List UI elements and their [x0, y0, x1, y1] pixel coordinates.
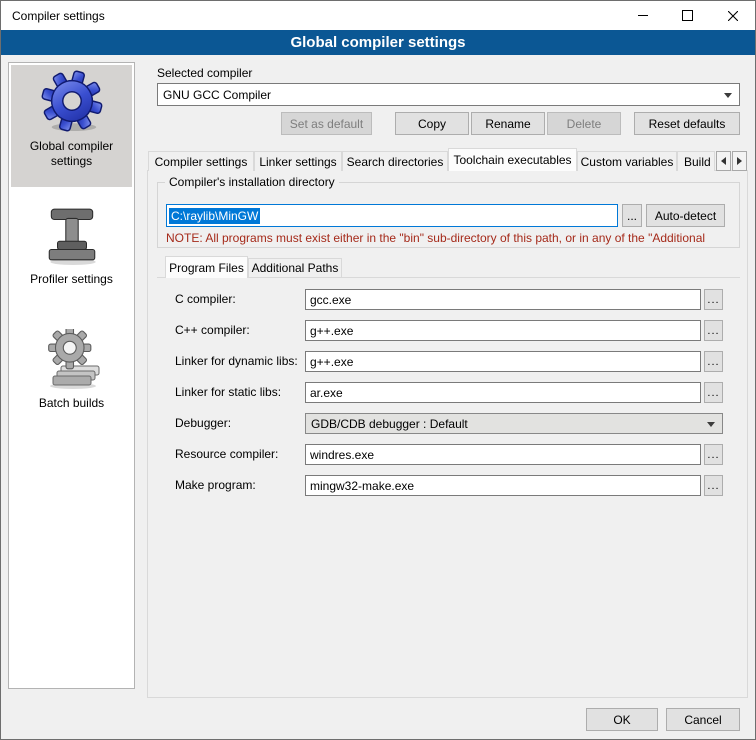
- static-linker-input[interactable]: [305, 382, 701, 403]
- dynamic-linker-input[interactable]: [305, 351, 701, 372]
- subtab-label: Additional Paths: [252, 261, 339, 275]
- field-row: Debugger: GDB/CDB debugger : Default: [157, 413, 740, 434]
- sidebar-item-global-compiler-settings[interactable]: Global compiler settings: [11, 65, 132, 187]
- tab-label: Toolchain executables: [453, 153, 571, 167]
- tab-toolchain-executables[interactable]: Toolchain executables: [448, 148, 577, 171]
- field-label: C compiler:: [175, 292, 236, 306]
- tab-label: Custom variables: [581, 155, 674, 169]
- selected-compiler-label: Selected compiler: [157, 66, 252, 80]
- field-label: Linker for dynamic libs:: [175, 354, 298, 368]
- subtab-program-files[interactable]: Program Files: [165, 256, 248, 278]
- copy-button[interactable]: Copy: [395, 112, 469, 135]
- tab-label: Build: [684, 155, 711, 169]
- banner: Global compiler settings: [1, 30, 755, 55]
- minimize-icon: [638, 15, 648, 16]
- install-dir-input[interactable]: C:\raylib\MinGW: [166, 204, 618, 227]
- ok-button[interactable]: OK: [586, 708, 658, 731]
- field-row: Linker for dynamic libs: ...: [157, 351, 740, 372]
- chevron-down-icon: [724, 93, 732, 98]
- install-dir-selected-text: C:\raylib\MinGW: [169, 208, 260, 224]
- cancel-button[interactable]: Cancel: [666, 708, 740, 731]
- make-program-input[interactable]: [305, 475, 701, 496]
- field-row: C compiler: ...: [157, 289, 740, 310]
- subtab-additional-paths[interactable]: Additional Paths: [248, 258, 342, 277]
- bin-note: NOTE: All programs must exist either in …: [166, 231, 736, 245]
- tab-scroll-right-icon: [737, 157, 742, 165]
- compiler-select[interactable]: GNU GCC Compiler: [157, 83, 740, 106]
- installation-directory-group: Compiler's installation directory C:\ray…: [157, 182, 740, 248]
- tab-label: Search directories: [347, 155, 444, 169]
- delete-button[interactable]: Delete: [547, 112, 621, 135]
- profiler-icon: [43, 205, 101, 268]
- c-compiler-input[interactable]: [305, 289, 701, 310]
- reset-defaults-button[interactable]: Reset defaults: [634, 112, 740, 135]
- debugger-select[interactable]: GDB/CDB debugger : Default: [305, 413, 723, 434]
- tab-scroll-left-button[interactable]: [716, 151, 731, 171]
- tab-label: Linker settings: [259, 155, 336, 169]
- banner-title: Global compiler settings: [290, 34, 465, 51]
- sidebar-item-label: Batch builds: [16, 396, 128, 411]
- sidebar-item-batch-builds[interactable]: Batch builds: [11, 329, 132, 421]
- browse-make-program-button[interactable]: ...: [704, 475, 723, 496]
- titlebar: Compiler settings: [1, 1, 755, 30]
- field-row: Make program: ...: [157, 475, 740, 496]
- auto-detect-button[interactable]: Auto-detect: [646, 204, 725, 227]
- installation-directory-group-title: Compiler's installation directory: [165, 175, 339, 189]
- compiler-select-value: GNU GCC Compiler: [163, 88, 271, 102]
- tab-custom-variables[interactable]: Custom variables: [577, 151, 677, 171]
- gear-icon: [41, 70, 103, 135]
- maximize-button[interactable]: [665, 1, 710, 30]
- close-icon: [728, 11, 738, 21]
- field-row: C++ compiler: ...: [157, 320, 740, 341]
- sidebar-item-profiler-settings[interactable]: Profiler settings: [11, 205, 132, 297]
- tab-scroll-right-button[interactable]: [732, 151, 747, 171]
- cpp-compiler-input[interactable]: [305, 320, 701, 341]
- tab-compiler-settings[interactable]: Compiler settings: [148, 151, 254, 171]
- sidebar-item-label: Global compiler settings: [16, 139, 128, 169]
- rename-button[interactable]: Rename: [471, 112, 545, 135]
- sidebar-item-label: Profiler settings: [16, 272, 128, 287]
- maximize-icon: [682, 10, 693, 21]
- field-label: Resource compiler:: [175, 447, 278, 461]
- field-label: Make program:: [175, 478, 256, 492]
- browse-cpp-compiler-button[interactable]: ...: [704, 320, 723, 341]
- field-row: Linker for static libs: ...: [157, 382, 740, 403]
- field-label: Debugger:: [175, 416, 231, 430]
- chevron-down-icon: [707, 422, 715, 427]
- sidebar: Global compiler settings Profiler settin…: [8, 62, 135, 689]
- debugger-select-value: GDB/CDB debugger : Default: [311, 417, 468, 431]
- tab-linker-settings[interactable]: Linker settings: [254, 151, 342, 171]
- compiler-settings-dialog: Compiler settings Global compiler settin…: [0, 0, 756, 740]
- tab-scroll-left-icon: [721, 157, 726, 165]
- field-label: Linker for static libs:: [175, 385, 281, 399]
- batch-builds-icon: [43, 329, 101, 392]
- field-label: C++ compiler:: [175, 323, 250, 337]
- window-controls: [620, 1, 755, 30]
- browse-static-linker-button[interactable]: ...: [704, 382, 723, 403]
- close-button[interactable]: [710, 1, 755, 30]
- minimize-button[interactable]: [620, 1, 665, 30]
- window-title: Compiler settings: [12, 9, 105, 23]
- set-as-default-button[interactable]: Set as default: [281, 112, 372, 135]
- tab-label: Compiler settings: [155, 155, 248, 169]
- browse-install-dir-button[interactable]: ...: [622, 204, 642, 227]
- subtab-label: Program Files: [169, 261, 244, 275]
- browse-resource-compiler-button[interactable]: ...: [704, 444, 723, 465]
- toolchain-executables-panel: [147, 170, 748, 698]
- browse-c-compiler-button[interactable]: ...: [704, 289, 723, 310]
- tab-search-directories[interactable]: Search directories: [342, 151, 448, 171]
- browse-dynamic-linker-button[interactable]: ...: [704, 351, 723, 372]
- tab-build-options[interactable]: Build: [677, 151, 715, 171]
- resource-compiler-input[interactable]: [305, 444, 701, 465]
- field-row: Resource compiler: ...: [157, 444, 740, 465]
